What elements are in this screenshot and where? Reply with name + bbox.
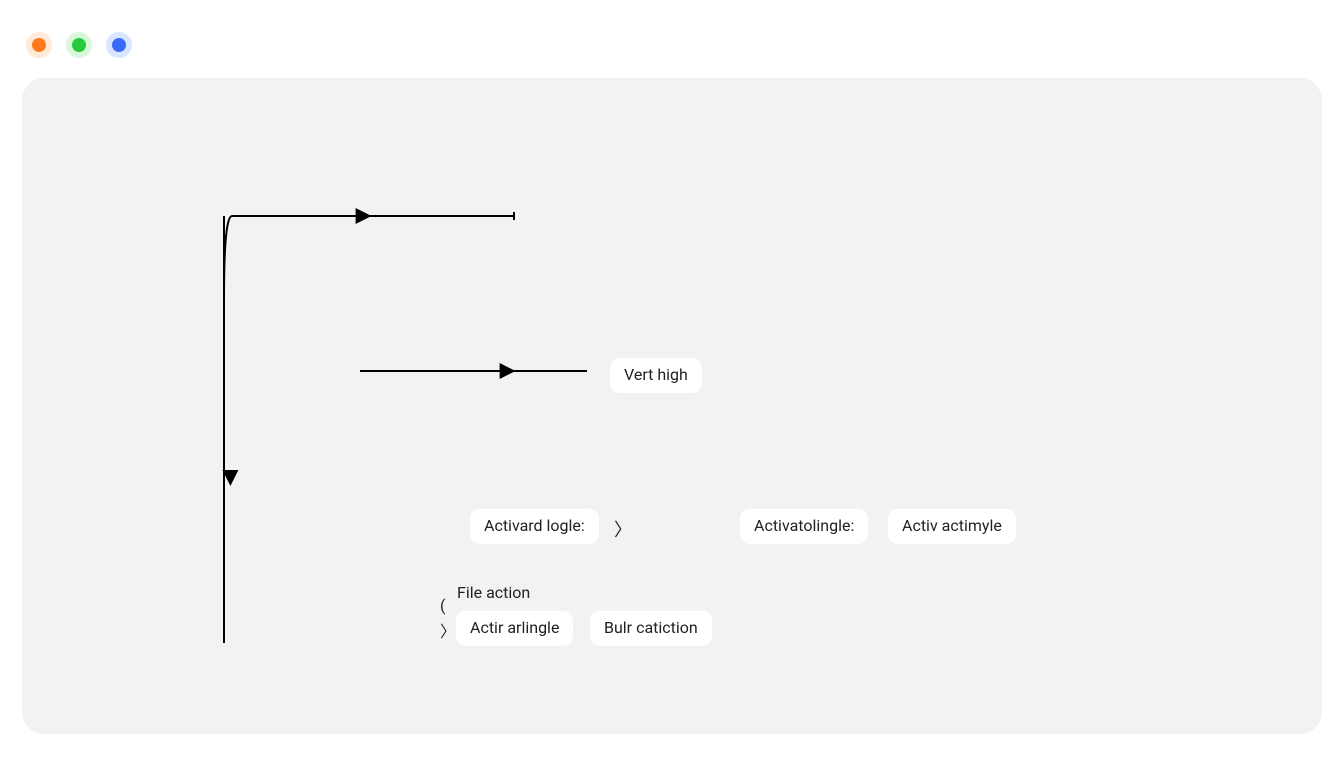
chevron-right-icon: 〉 [614, 516, 632, 542]
angle-right-icon: 〉 [440, 618, 456, 642]
node-vert-high[interactable]: Vert high [610, 357, 702, 393]
window-titlebar [0, 0, 1344, 78]
node-activatolingle[interactable]: Activatolingle: [740, 508, 868, 544]
diagram-canvas[interactable]: Vert high Activard logle: 〉 Activatoling… [22, 78, 1322, 734]
node-actir-arlingle[interactable]: Actir arlingle [456, 610, 573, 646]
traffic-light-max[interactable] [106, 32, 132, 58]
arrow-top-elbow [224, 216, 514, 298]
traffic-light-min[interactable] [66, 32, 92, 58]
traffic-light-close[interactable] [26, 32, 52, 58]
node-activard-logle[interactable]: Activard logle: [470, 508, 599, 544]
paren-open-icon: ( [440, 596, 445, 615]
node-activ-actimyle[interactable]: Activ actimyle [888, 508, 1016, 544]
node-bulr-catiction[interactable]: Bulr catiction [590, 610, 712, 646]
label-file-action: File action [457, 583, 530, 602]
